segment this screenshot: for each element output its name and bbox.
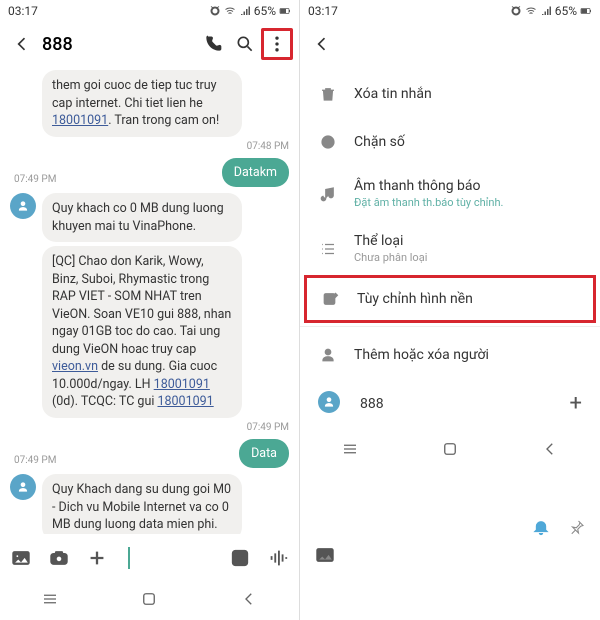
status-icons: 65%	[209, 4, 291, 18]
home-soft-button[interactable]	[140, 590, 158, 612]
category-item[interactable]: Thể loại Chưa phân loại	[300, 221, 600, 276]
edit-icon	[321, 290, 341, 308]
timestamp: 07:49 PM	[14, 174, 56, 185]
battery-pct: 65%	[254, 4, 276, 18]
text-input[interactable]	[122, 547, 215, 569]
bell-icon[interactable]	[532, 518, 550, 540]
battery-icon	[279, 5, 291, 17]
collapse-button[interactable]	[312, 542, 338, 568]
status-bar: 03:17 65%	[300, 0, 600, 22]
avatar[interactable]	[10, 474, 36, 500]
outgoing-bubble[interactable]: Data	[239, 439, 289, 469]
voice-button[interactable]	[265, 545, 291, 571]
phone-link[interactable]: 18001091	[52, 113, 108, 128]
clock: 03:17	[8, 4, 38, 18]
camera-button[interactable]	[46, 545, 72, 571]
avatar	[318, 391, 340, 413]
avatar[interactable]	[10, 193, 36, 219]
block-icon	[318, 133, 338, 151]
alarm-icon	[209, 5, 221, 17]
battery-pct: 65%	[555, 4, 577, 18]
phone-link[interactable]: 18001091	[157, 394, 213, 409]
timestamp: 07:48 PM	[247, 141, 289, 152]
composer-bar	[0, 534, 299, 582]
recents-soft-button[interactable]	[41, 590, 59, 612]
signal-icon	[239, 5, 251, 17]
contact-name: 888	[360, 396, 384, 412]
list-icon	[318, 240, 338, 258]
drawer-header	[300, 22, 600, 66]
back-soft-button[interactable]	[240, 590, 258, 612]
back-button[interactable]	[6, 28, 38, 60]
incoming-bubble[interactable]: them goi cuoc de tiep tuc truy cap inter…	[42, 70, 242, 137]
add-contact-button[interactable]: +	[570, 391, 582, 416]
wifi-icon	[525, 5, 537, 17]
back-button[interactable]	[306, 28, 338, 60]
call-button[interactable]	[197, 28, 229, 60]
nav-bar	[0, 582, 299, 620]
notification-sound-item[interactable]: Âm thanh thông báo Đặt âm thanh th.báo t…	[300, 166, 600, 221]
incoming-bubble[interactable]: [QC] Chao don Karik, Wowy, Binz, Suboi, …	[42, 246, 242, 418]
home-soft-button[interactable]	[441, 440, 459, 462]
timestamp: 07:49 PM	[247, 422, 289, 433]
block-number-item[interactable]: Chặn số	[300, 118, 600, 166]
add-remove-person-item[interactable]: Thêm hoặc xóa người	[300, 331, 600, 379]
person-icon	[318, 346, 338, 364]
status-icons: 65%	[510, 4, 592, 18]
back-soft-button[interactable]	[541, 440, 559, 462]
notification-sound-sub: Đặt âm thanh th.báo tùy chỉnh.	[354, 196, 582, 209]
trash-icon	[318, 85, 338, 103]
recents-soft-button[interactable]	[341, 440, 359, 462]
outgoing-bubble[interactable]: Datakm	[222, 158, 289, 188]
alarm-icon	[510, 5, 522, 17]
options-menu: Xóa tin nhắn Chặn số Âm thanh thông báo …	[300, 66, 600, 432]
message-list[interactable]: them goi cuoc de tiep tuc truy cap inter…	[0, 66, 299, 534]
pin-icon[interactable]	[568, 518, 586, 540]
status-bar: 03:17 65%	[0, 0, 299, 22]
chat-title: 888	[38, 34, 197, 55]
search-button[interactable]	[229, 28, 261, 60]
category-sub: Chưa phân loại	[354, 251, 582, 264]
nav-bar	[300, 432, 600, 470]
url-link[interactable]: vieon.vn	[52, 359, 98, 374]
gallery-button[interactable]	[8, 545, 34, 571]
incoming-bubble[interactable]: Quy Khach dang su dung goi M0 - Dich vu …	[42, 474, 242, 534]
signal-icon	[540, 5, 552, 17]
customize-wallpaper-item[interactable]: Tùy chỉnh hình nền	[304, 275, 596, 323]
music-note-icon	[318, 185, 338, 203]
battery-icon	[580, 5, 592, 17]
incoming-bubble[interactable]: Quy khach co 0 MB dung luong khuyen mai …	[42, 193, 242, 242]
contact-row[interactable]: 888 +	[300, 379, 600, 428]
clock: 03:17	[308, 4, 338, 18]
more-options-button[interactable]	[261, 28, 293, 60]
add-button[interactable]	[84, 545, 110, 571]
chat-header: 888	[0, 22, 299, 66]
separator	[300, 326, 600, 327]
delete-messages-item[interactable]: Xóa tin nhắn	[300, 70, 600, 118]
wifi-icon	[224, 5, 236, 17]
phone-link[interactable]: 18001091	[154, 377, 210, 392]
timestamp: 07:49 PM	[14, 455, 56, 466]
sticker-button[interactable]	[227, 545, 253, 571]
